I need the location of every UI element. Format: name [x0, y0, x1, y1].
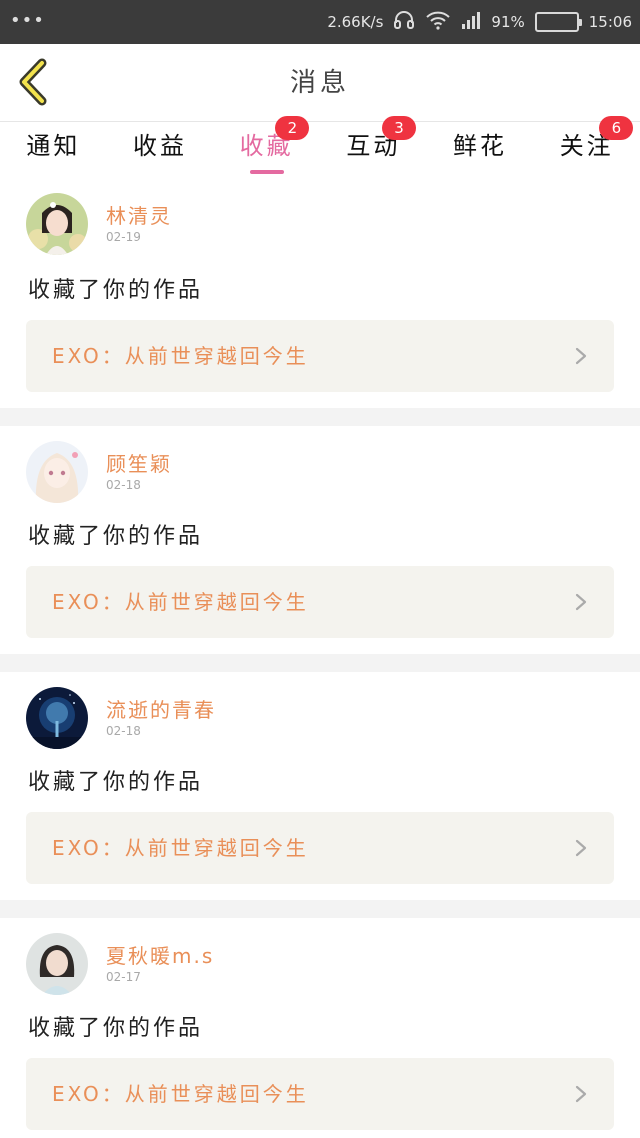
tab-bar: 通知 收益 收藏 2 互动 3 鲜花 关注 6 — [0, 116, 640, 180]
action-text: 收藏了你的作品 — [28, 770, 204, 795]
separator — [0, 654, 640, 672]
network-speed: 2.66K/s — [327, 13, 384, 31]
list-item: 顾笙颖 02-18 收藏了你的作品 EXO：从前世穿越回今生 — [0, 426, 640, 654]
work-title: EXO：从前世穿越回今生 — [52, 590, 309, 614]
message-date: 02-17 — [106, 970, 141, 984]
work-title: EXO：从前世穿越回今生 — [52, 344, 309, 368]
avatar-night-tree-icon — [26, 687, 88, 749]
tab-earnings[interactable]: 收益 — [107, 122, 214, 180]
work-title: EXO：从前世穿越回今生 — [52, 836, 309, 860]
work-link[interactable]: EXO：从前世穿越回今生 — [26, 1058, 614, 1130]
chevron-right-icon — [575, 593, 587, 611]
avatar[interactable] — [26, 933, 88, 995]
tab-label: 通知 — [26, 132, 81, 160]
tab-interaction[interactable]: 互动 3 — [320, 116, 427, 180]
action-text: 收藏了你的作品 — [28, 524, 204, 549]
clock: 15:06 — [588, 13, 632, 31]
action-text: 收藏了你的作品 — [28, 278, 204, 303]
message-date: 02-19 — [106, 230, 141, 244]
user-name[interactable]: 夏秋暖m.s — [106, 940, 214, 969]
page-title: 消息 — [289, 68, 350, 98]
chevron-right-icon — [575, 839, 587, 857]
avatar-girl-flowers-icon — [26, 193, 88, 255]
message-list: 林清灵 02-19 收藏了你的作品 EXO：从前世穿越回今生 顾笙颖 02-18… — [0, 180, 640, 1138]
tab-badge: 2 — [275, 116, 310, 140]
tab-label: 收益 — [133, 132, 187, 160]
list-item: 夏秋暖m.s 02-17 收藏了你的作品 EXO：从前世穿越回今生 — [0, 918, 640, 1138]
headphones-icon — [393, 10, 415, 34]
separator — [0, 408, 640, 426]
chevron-right-icon — [575, 1085, 587, 1103]
tab-flowers[interactable]: 鲜花 — [427, 122, 534, 180]
message-date: 02-18 — [106, 478, 141, 492]
separator — [0, 900, 640, 918]
avatar-anime-girl-icon — [26, 441, 88, 503]
action-text: 收藏了你的作品 — [28, 1016, 204, 1041]
more-dots-icon: ••• — [10, 10, 45, 31]
avatar-girl-portrait-icon — [26, 933, 88, 995]
tab-label: 鲜花 — [453, 132, 508, 160]
message-date: 02-18 — [106, 724, 141, 738]
user-name[interactable]: 流逝的青春 — [106, 694, 216, 723]
tab-follow[interactable]: 关注 6 — [533, 116, 640, 180]
chevron-right-icon — [575, 347, 587, 365]
list-item: 林清灵 02-19 收藏了你的作品 EXO：从前世穿越回今生 — [0, 180, 640, 408]
tab-favorites[interactable]: 收藏 2 — [213, 116, 320, 180]
work-title: EXO：从前世穿越回今生 — [52, 1082, 309, 1106]
header-bar: 消息 — [0, 44, 640, 122]
status-bar: ••• 2.66K/s 91% 15:06 — [0, 0, 640, 44]
tab-badge: 3 — [382, 116, 417, 140]
work-link[interactable]: EXO：从前世穿越回今生 — [26, 812, 614, 884]
tab-badge: 6 — [599, 116, 634, 140]
active-tab-indicator — [249, 170, 284, 174]
battery-icon — [534, 12, 582, 32]
avatar[interactable] — [26, 687, 88, 749]
avatar[interactable] — [26, 193, 88, 255]
avatar[interactable] — [26, 441, 88, 503]
user-name[interactable]: 顾笙颖 — [106, 448, 172, 477]
tab-notifications[interactable]: 通知 — [0, 122, 107, 180]
battery-percent: 91% — [491, 13, 525, 31]
work-link[interactable]: EXO：从前世穿越回今生 — [26, 320, 614, 392]
list-item: 流逝的青春 02-18 收藏了你的作品 EXO：从前世穿越回今生 — [0, 672, 640, 900]
signal-icon — [461, 10, 481, 34]
wifi-icon — [425, 10, 451, 34]
user-name[interactable]: 林清灵 — [106, 200, 172, 229]
work-link[interactable]: EXO：从前世穿越回今生 — [26, 566, 614, 638]
